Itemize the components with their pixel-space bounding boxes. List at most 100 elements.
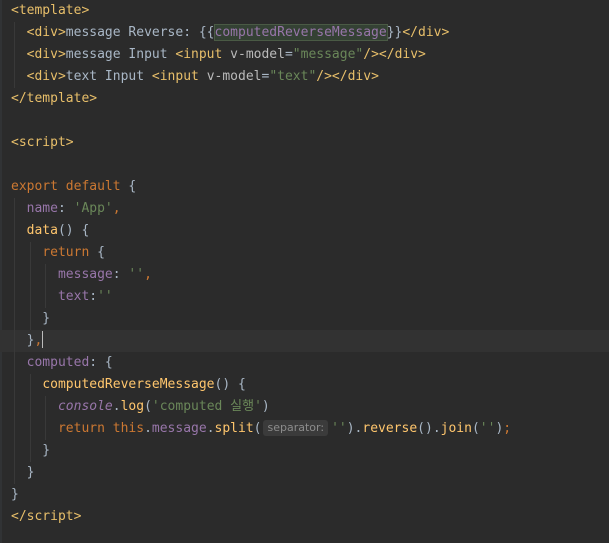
- code-token: }: [11, 465, 35, 480]
- code-token: .: [206, 421, 215, 436]
- code-token: }: [11, 333, 35, 348]
- code-token: >: [371, 69, 379, 84]
- code-line[interactable]: },: [0, 330, 609, 352]
- code-line[interactable]: }: [0, 484, 609, 506]
- code-token: script: [26, 509, 74, 524]
- code-token: ().: [417, 421, 441, 436]
- code-token: () {: [214, 377, 246, 392]
- code-token: (: [253, 421, 262, 436]
- code-line[interactable]: [0, 110, 609, 132]
- code-text: computedReverseMessage() {: [11, 374, 246, 396]
- code-line[interactable]: <template>: [0, 0, 609, 22]
- code-line[interactable]: </script>: [0, 506, 609, 528]
- code-token: '': [479, 421, 496, 436]
- code-token: message Reverse: {{: [65, 25, 215, 40]
- code-token: >: [57, 47, 66, 62]
- code-text: <div>message Reverse: {{computedReverseM…: [11, 22, 449, 44]
- code-token: return: [42, 245, 90, 260]
- code-token: ,: [112, 201, 121, 216]
- code-token: ).: [346, 421, 363, 436]
- code-line[interactable]: return {: [0, 242, 609, 264]
- code-line[interactable]: <script>: [0, 132, 609, 154]
- code-token: '': [97, 289, 113, 304]
- code-token: :: [57, 201, 74, 216]
- code-line[interactable]: }: [0, 308, 609, 330]
- code-text: export default {: [11, 176, 136, 198]
- code-token: return this: [57, 421, 145, 436]
- code-line[interactable]: [0, 154, 609, 176]
- code-token: text Input: [65, 69, 152, 84]
- code-text: return {: [11, 242, 105, 264]
- code-token: </: [11, 509, 27, 524]
- code-token: message: [57, 267, 113, 282]
- code-token: template: [26, 91, 90, 106]
- code-line[interactable]: name: 'App',: [0, 198, 609, 220]
- code-token: name: [26, 201, 58, 216]
- code-token: /></: [363, 47, 395, 62]
- code-token: "message": [292, 47, 364, 62]
- code-text: }: [11, 462, 35, 484]
- code-token: export default: [11, 179, 121, 194]
- code-token: join: [440, 421, 472, 436]
- code-token: log: [120, 399, 145, 414]
- code-token: ;: [503, 421, 512, 436]
- code-line[interactable]: message: '',: [0, 264, 609, 286]
- code-token: .: [144, 421, 152, 436]
- code-token: '': [331, 421, 347, 436]
- code-token: () {: [57, 223, 90, 238]
- code-token: >: [73, 509, 82, 524]
- code-text: message: '',: [11, 264, 152, 286]
- code-text: console.log('computed 실행'): [11, 396, 270, 418]
- code-text: }: [11, 440, 50, 462]
- code-token: >: [441, 25, 450, 40]
- code-line[interactable]: text:'': [0, 286, 609, 308]
- code-text: text:'': [11, 286, 113, 308]
- code-line[interactable]: <div>message Reverse: {{computedReverseM…: [0, 22, 609, 44]
- code-token: {: [120, 179, 137, 194]
- code-token: console: [57, 399, 113, 414]
- code-token: div: [34, 25, 58, 40]
- text-caret: [42, 331, 44, 348]
- code-line[interactable]: console.log('computed 실행'): [0, 396, 609, 418]
- code-token: div: [394, 47, 419, 62]
- code-token: (: [144, 399, 152, 414]
- code-line[interactable]: computed: {: [0, 352, 609, 374]
- code-token: v-model: [206, 69, 262, 84]
- code-token: >: [418, 47, 426, 62]
- code-line[interactable]: export default {: [0, 176, 609, 198]
- code-text: </script>: [11, 506, 81, 528]
- code-line[interactable]: computedReverseMessage() {: [0, 374, 609, 396]
- code-editor[interactable]: <template> <div>message Reverse: {{compu…: [0, 0, 609, 543]
- code-token: /></: [316, 69, 348, 84]
- code-line[interactable]: return this.message.split(separator: '').…: [0, 418, 609, 440]
- code-token: :: [89, 289, 98, 304]
- code-token: >: [89, 91, 98, 106]
- code-line[interactable]: }: [0, 462, 609, 484]
- code-text: }: [11, 308, 50, 330]
- code-line[interactable]: </template>: [0, 88, 609, 110]
- code-line[interactable]: <div>text Input <input v-model="text"/><…: [0, 66, 609, 88]
- code-token: >: [57, 69, 66, 84]
- code-token: div: [34, 47, 58, 62]
- code-token: }: [11, 311, 51, 326]
- code-token: }}: [386, 25, 403, 40]
- code-line[interactable]: data() {: [0, 220, 609, 242]
- code-token: 'App': [73, 201, 113, 216]
- code-token: >: [65, 135, 74, 150]
- code-text: computed: {: [11, 352, 113, 374]
- code-token: computed: [26, 355, 90, 370]
- code-token: </: [11, 91, 27, 106]
- code-token: <: [11, 3, 19, 18]
- code-token: }: [11, 487, 19, 502]
- code-token: text: [57, 289, 90, 304]
- code-line[interactable]: }: [0, 440, 609, 462]
- code-line[interactable]: <div>message Input <input v-model="messa…: [0, 44, 609, 66]
- code-token: <: [11, 135, 19, 150]
- code-token: }: [11, 443, 51, 458]
